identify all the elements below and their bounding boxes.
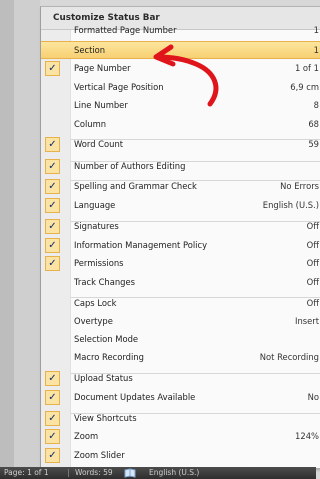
menu-item-value: English (U.S.) bbox=[262, 200, 319, 210]
menu-item-track-changes[interactable]: Track Changes Off bbox=[41, 274, 320, 292]
menu-item-label: Document Updates Available bbox=[74, 392, 196, 402]
menu-item-value: 68 bbox=[308, 119, 319, 129]
menu-item-value: 1 of 1 bbox=[294, 63, 319, 73]
menu-item-section[interactable]: Section 1 bbox=[41, 41, 320, 59]
menu-item-line-number[interactable]: Line Number 8 bbox=[41, 97, 320, 115]
menu-item-label: Information Management Policy bbox=[74, 240, 208, 250]
menu-item-label: Column bbox=[74, 119, 107, 129]
menu-separator bbox=[71, 373, 320, 374]
checkmark-icon: ✓ bbox=[45, 390, 60, 405]
checkmark-icon: ✓ bbox=[45, 137, 60, 152]
checkmark-icon: ✓ bbox=[45, 238, 60, 253]
menu-item-label: View Shortcuts bbox=[74, 413, 137, 423]
menu-item-formatted-page-number[interactable]: Formatted Page Number 1 bbox=[41, 22, 320, 40]
menu-item-overtype[interactable]: Overtype Insert bbox=[41, 313, 320, 331]
menu-item-zoom-slider[interactable]: ✓ Zoom Slider bbox=[41, 447, 320, 465]
menu-item-value: No bbox=[307, 392, 319, 402]
menu-item-label: Signatures bbox=[74, 221, 119, 231]
menu-item-label: Permissions bbox=[74, 258, 124, 268]
checkmark-icon: ✓ bbox=[45, 159, 60, 174]
menu-item-value: Not Recording bbox=[259, 352, 319, 362]
menu-item-zoom[interactable]: ✓ Zoom 124% bbox=[41, 428, 320, 446]
menu-item-value: 6,9 cm bbox=[290, 82, 319, 92]
menu-item-label: Word Count bbox=[74, 139, 124, 149]
menu-item-label: Language bbox=[74, 200, 116, 210]
menu-separator bbox=[71, 139, 320, 140]
menu-item-label: Vertical Page Position bbox=[74, 82, 164, 92]
menu-item-label: Macro Recording bbox=[74, 352, 144, 362]
menu-item-page-number[interactable]: ✓ Page Number 1 of 1 bbox=[41, 60, 320, 78]
checkmark-icon: ✓ bbox=[45, 256, 60, 271]
menu-separator bbox=[71, 221, 320, 222]
menu-item-label: Zoom bbox=[74, 431, 99, 441]
menu-separator bbox=[71, 161, 320, 162]
menu-item-value: 1 bbox=[313, 45, 319, 55]
menu-item-label: Overtype bbox=[74, 316, 113, 326]
status-language[interactable]: English (U.S.) bbox=[149, 468, 199, 477]
menu-item-value: No Errors bbox=[280, 181, 319, 191]
menu-item-value: Off bbox=[306, 277, 319, 287]
menu-item-label: Spelling and Grammar Check bbox=[74, 181, 197, 191]
menu-item-vertical-page-position[interactable]: Vertical Page Position 6,9 cm bbox=[41, 79, 320, 97]
checkmark-icon: ✓ bbox=[45, 429, 60, 444]
menu-item-label: Caps Lock bbox=[74, 298, 117, 308]
menu-separator bbox=[71, 413, 320, 414]
menu-item-value: 124% bbox=[295, 431, 319, 441]
menu-separator bbox=[71, 180, 320, 181]
document-shadow bbox=[0, 0, 14, 467]
checkmark-icon: ✓ bbox=[45, 198, 60, 213]
checkmark-icon: ✓ bbox=[45, 219, 60, 234]
menu-item-document-updates-available[interactable]: ✓ Document Updates Available No bbox=[41, 389, 320, 407]
menu-item-label: Zoom Slider bbox=[74, 450, 125, 460]
menu-item-label: Formatted Page Number bbox=[74, 25, 177, 35]
menu-item-permissions[interactable]: ✓ Permissions Off bbox=[41, 255, 320, 273]
menu-separator bbox=[71, 297, 320, 298]
menu-item-value: Off bbox=[306, 298, 319, 308]
checkmark-icon: ✓ bbox=[45, 411, 60, 426]
checkmark-icon: ✓ bbox=[45, 448, 60, 463]
menu-item-value: Off bbox=[306, 221, 319, 231]
checkmark-icon: ✓ bbox=[45, 179, 60, 194]
menu-item-label: Upload Status bbox=[74, 373, 133, 383]
menu-item-language[interactable]: ✓ Language English (U.S.) bbox=[41, 197, 320, 215]
document-edge bbox=[0, 0, 40, 467]
customize-status-bar-menu: Customize Status Bar Formatted Page Numb… bbox=[40, 6, 320, 468]
menu-item-column[interactable]: Column 68 bbox=[41, 116, 320, 134]
status-bar: Page: 1 of 1 Words: 59 English (U.S.) bbox=[0, 467, 316, 479]
menu-item-value: 1 bbox=[313, 25, 319, 35]
menu-item-label: Line Number bbox=[74, 100, 128, 110]
menu-item-label: Selection Mode bbox=[74, 334, 139, 344]
checkmark-icon: ✓ bbox=[45, 61, 60, 76]
menu-item-information-management-policy[interactable]: ✓ Information Management Policy Off bbox=[41, 237, 320, 255]
menu-item-label: Track Changes bbox=[74, 277, 136, 287]
menu-item-value: 8 bbox=[313, 100, 319, 110]
status-word-count[interactable]: Words: 59 bbox=[75, 468, 113, 477]
menu-item-label: Page Number bbox=[74, 63, 131, 73]
proofing-book-icon[interactable] bbox=[124, 468, 136, 478]
menu-item-macro-recording[interactable]: Macro Recording Not Recording bbox=[41, 349, 320, 367]
menu-item-label: Section bbox=[74, 45, 106, 55]
status-separator bbox=[68, 469, 69, 477]
menu-item-value: Off bbox=[306, 258, 319, 268]
menu-item-label: Number of Authors Editing bbox=[74, 161, 186, 171]
menu-item-value: Insert bbox=[294, 316, 319, 326]
status-page-number[interactable]: Page: 1 of 1 bbox=[4, 468, 49, 477]
menu-item-value: Off bbox=[306, 240, 319, 250]
menu-item-value: 59 bbox=[308, 139, 319, 149]
checkmark-icon: ✓ bbox=[45, 371, 60, 386]
menu-item-selection-mode[interactable]: Selection Mode bbox=[41, 331, 320, 349]
